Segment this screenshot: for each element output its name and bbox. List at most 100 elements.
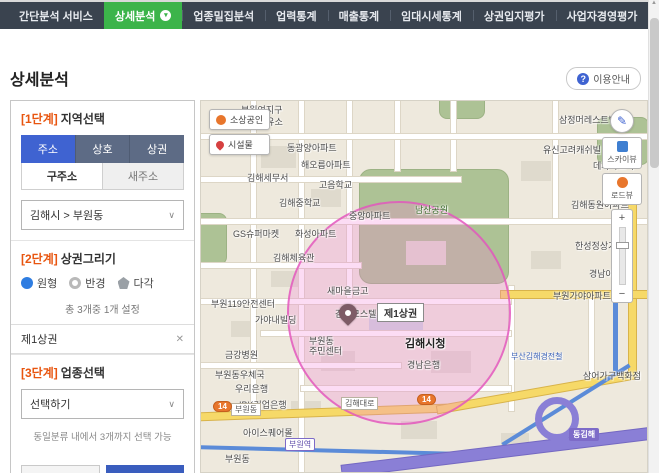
skyview-button[interactable]: 스카이뷰 [602, 137, 642, 169]
step1-title: [1단계]지역선택 [21, 110, 184, 127]
industry-select[interactable]: 선택하기 ∨ [21, 389, 184, 419]
top-navigation: 간단분석 서비스상세분석▾업종밀집분석업력통계매출통계임대시세통계상권입지평가사… [0, 2, 659, 29]
page-scrollbar[interactable]: ▲ [648, 0, 659, 473]
map-label: 우리은행 [235, 382, 268, 395]
nav-item-business-management-evaluation[interactable]: 사업자경영평가 [556, 2, 649, 29]
map-label: GS슈퍼마켓 [233, 227, 279, 240]
map-label: 가야내빌딩 [255, 313, 296, 326]
nav-item-industry-density[interactable]: 업종밀집분석 [182, 2, 265, 29]
subtab-old-address[interactable]: 구주소 [22, 163, 102, 189]
zoom-out-button[interactable]: − [612, 288, 632, 300]
shape-option-label: 원형 [37, 275, 57, 291]
zoom-slider-handle[interactable] [616, 242, 629, 249]
trade-area-label: 제1상권 [377, 303, 424, 322]
tab-address[interactable]: 주소 [21, 135, 76, 163]
shape-options: 원형 반경 다각 [21, 275, 184, 291]
trade-area-item-label: 제1상권 [21, 331, 57, 347]
step2-number: [2단계] [21, 252, 58, 266]
analysis-panel: [1단계]지역선택 주소상호상권 구주소새주소 김해시 > 부원동 ∨ [2단계… [10, 100, 195, 473]
facility-label: 시설물 [228, 138, 253, 151]
step1-region-select: [1단계]지역선택 주소상호상권 구주소새주소 김해시 > 부원동 ∨ [11, 101, 194, 240]
map-label: 화성아파트 [295, 227, 336, 240]
step1-number: [1단계] [21, 112, 58, 126]
step3-heading: 업종선택 [61, 366, 105, 380]
reset-button[interactable]: 초기화 [21, 465, 100, 473]
zoom-slider[interactable] [619, 227, 626, 285]
skyview-icon [617, 141, 628, 152]
page-title: 상세분석 [10, 66, 69, 90]
scrollbar-thumb[interactable] [650, 18, 659, 168]
map-label: 김해중학교 [279, 196, 320, 209]
map-road [589, 291, 594, 381]
nav-item-simple-analysis[interactable]: 간단분석 서비스 [8, 2, 104, 29]
map-park [439, 100, 485, 119]
nav-item-sales-stats[interactable]: 매출통계 [328, 2, 390, 29]
map-label: 부원119안전센터 [211, 297, 275, 310]
map-label: 새마을금고 [327, 284, 368, 297]
nav-item-business-history-stats[interactable]: 업력통계 [265, 2, 327, 29]
map-label: 삼어가구백화점 [583, 369, 641, 382]
map-label: 고음학교 [319, 178, 352, 191]
tab-trade-area[interactable]: 상권 [130, 135, 184, 163]
map-canvas[interactable]: 제1상권 부원여지구9K주유소삼정머레스트빌동광양아파트해오름아파트유신고려캐쉬… [200, 100, 648, 473]
roadview-button[interactable]: 로드뷰 [602, 173, 642, 205]
guide-button[interactable]: ? 이용안내 [566, 67, 641, 90]
roadview-label: 로드뷰 [611, 190, 633, 201]
chevron-down-icon: ∨ [168, 399, 175, 410]
nav-item-detailed-analysis[interactable]: 상세분석▾ [104, 2, 182, 29]
map-building [531, 251, 561, 269]
trade-area-list-item[interactable]: 제1상권 ✕ [11, 324, 194, 354]
draw-tool-button[interactable]: ✎ [610, 109, 634, 133]
step3-title: [3단계]업종선택 [21, 364, 184, 381]
pin-icon [214, 139, 225, 150]
subtab-new-address[interactable]: 새주소 [102, 163, 183, 189]
shape-option-radius[interactable]: 반경 [69, 275, 105, 291]
zoom-in-button[interactable]: + [612, 212, 632, 224]
map-label: 부원동 [231, 403, 261, 416]
step2-title: [2단계]상권그리기 [21, 250, 184, 267]
region-search-tabs: 주소상호상권 [21, 135, 184, 163]
map-label: 금강병원 [225, 348, 258, 361]
area-count-status: 총 3개중 1개 설정 [21, 301, 184, 316]
shape-option-polygon[interactable]: 다각 [118, 275, 154, 291]
small-business-layer-toggle[interactable]: 소상공인 [209, 109, 270, 130]
region-select[interactable]: 김해시 > 부원동 ∨ [21, 200, 184, 230]
nav-item-location-evaluation[interactable]: 상권입지평가 [473, 2, 556, 29]
facility-layer-toggle[interactable]: 시설물 [209, 134, 270, 155]
small-business-label: 소상공인 [230, 113, 263, 126]
map-label: 김해대로 [341, 397, 378, 410]
scroll-up-icon[interactable]: ▲ [651, 0, 657, 6]
region-select-value: 김해시 > 부원동 [30, 207, 103, 223]
address-type-subtabs: 구주소새주소 [21, 163, 184, 190]
chevron-down-icon: ∨ [168, 210, 175, 221]
map-road [342, 424, 648, 473]
step3-industry-select: [3단계]업종선택 선택하기 ∨ 동일분류 내에서 3개까지 선택 가능 [11, 354, 194, 453]
tab-store-name[interactable]: 상호 [76, 135, 131, 163]
zoom-control: + − [611, 209, 633, 303]
question-icon: ? [577, 73, 589, 85]
map-label: 동광양아파트 [287, 141, 337, 154]
roadview-icon [617, 177, 628, 188]
guide-button-label: 이용안내 [593, 71, 630, 86]
store-icon [216, 115, 226, 125]
nav-item-rent-price-stats[interactable]: 임대시세통계 [390, 2, 473, 29]
map-label: 김해시청 [405, 335, 445, 351]
map-road [553, 101, 558, 221]
step3-number: [3단계] [21, 366, 58, 380]
shape-option-circle[interactable]: 원형 [21, 275, 57, 291]
map-label: 해오름아파트 [301, 158, 351, 171]
map-layer-controls: 소상공인 시설물 [209, 109, 270, 155]
step1-heading: 지역선택 [61, 112, 105, 126]
skyview-label: 스카이뷰 [607, 154, 636, 165]
industry-select-hint: 동일분류 내에서 3개까지 선택 가능 [21, 429, 184, 443]
map-label: 부원동 [225, 452, 250, 465]
map-building [521, 161, 551, 181]
map-label: 부원동우체국 [215, 368, 265, 381]
analyze-button[interactable]: 분석하기 [106, 465, 185, 473]
panel-buttons: 초기화 분석하기 [11, 453, 194, 473]
map-label: 김해세무서 [247, 171, 288, 184]
industry-select-value: 선택하기 [30, 396, 70, 412]
remove-area-icon[interactable]: ✕ [176, 334, 184, 345]
map-label: 중앙아파트 [349, 209, 390, 222]
map-label: 유신고려캐쉬빌 [543, 143, 601, 156]
